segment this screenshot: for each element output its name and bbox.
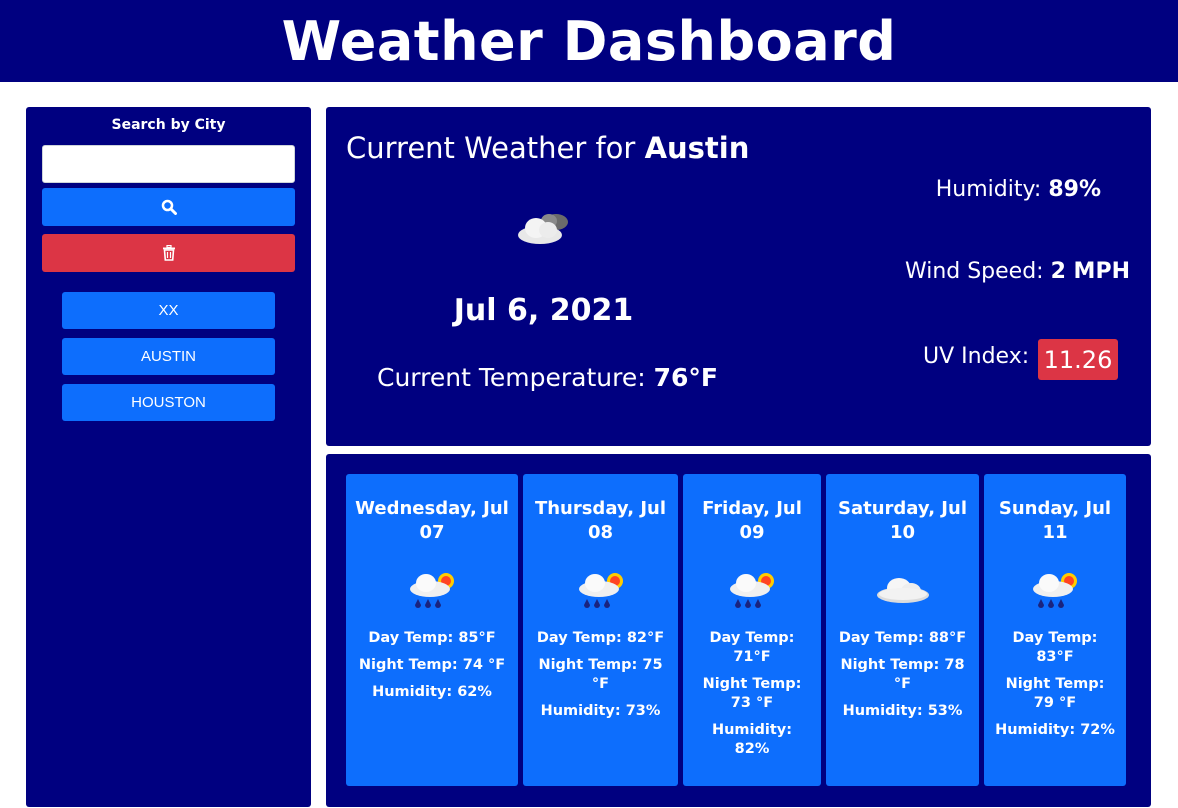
forecast-humidity: Humidity: 82%	[711, 722, 793, 757]
forecast-panel: Wednesday, Jul 07 Day Temp: 85°F Night T…	[326, 454, 1151, 807]
current-weather-title: Current Weather for Austin	[346, 131, 750, 165]
uv-index-label: UV Index:	[923, 344, 1030, 369]
search-sidebar: Search by City XX AUSTIN HOUSTON	[26, 107, 311, 807]
rain-sun-icon	[984, 567, 1126, 613]
current-weather-panel: Current Weather for Austin Jul 6, 2021 C…	[326, 107, 1151, 446]
forecast-humidity: Humidity: 62%	[372, 684, 492, 700]
forecast-day-temp: Day Temp: 83°F	[1012, 630, 1098, 665]
forecast-date: Thursday, Jul 08	[534, 498, 667, 543]
forecast-card: Friday, Jul 09 Day Temp: 71°F Night Temp…	[683, 474, 821, 786]
forecast-day-temp: Day Temp: 82°F	[536, 630, 665, 646]
forecast-night-temp: Night Temp: 78 °F	[840, 657, 965, 692]
clear-history-button[interactable]	[42, 234, 295, 272]
current-wind-speed: Wind Speed: 2 MPH	[904, 259, 1130, 284]
forecast-date: Sunday, Jul 11	[998, 498, 1112, 543]
search-button[interactable]	[42, 188, 295, 226]
rain-sun-icon	[346, 567, 518, 613]
forecast-card: Wednesday, Jul 07 Day Temp: 85°F Night T…	[346, 474, 518, 786]
forecast-card: Saturday, Jul 10 Day Temp: 88°F Night Te…	[826, 474, 979, 786]
forecast-night-temp: Night Temp: 74 °F	[358, 657, 506, 673]
current-temperature: Current Temperature: 76°F	[377, 363, 718, 392]
forecast-humidity: Humidity: 53%	[842, 703, 963, 719]
search-label: Search by City	[111, 117, 226, 133]
forecast-date: Friday, Jul 09	[702, 498, 802, 543]
forecast-night-temp: Night Temp: 75 °F	[538, 657, 663, 692]
forecast-humidity: Humidity: 72%	[995, 722, 1115, 738]
forecast-date: Saturday, Jul 10	[837, 498, 967, 543]
current-humidity: Humidity: 89%	[935, 177, 1101, 202]
forecast-night-temp: Night Temp: 73 °F	[702, 676, 802, 711]
forecast-night-temp: Night Temp: 79 °F	[1005, 676, 1105, 711]
forecast-day-temp: Day Temp: 88°F	[838, 630, 967, 646]
forecast-card: Thursday, Jul 08 Day Temp: 82°F Night Te…	[523, 474, 678, 786]
city-search-input[interactable]	[42, 145, 295, 183]
search-icon	[161, 199, 177, 215]
rain-sun-icon	[683, 567, 821, 613]
forecast-day-temp: Day Temp: 85°F	[368, 630, 496, 646]
forecast-humidity: Humidity: 73%	[540, 703, 661, 719]
history-city-button[interactable]: HOUSTON	[62, 384, 275, 421]
app-header: Weather Dashboard	[0, 0, 1178, 82]
rain-sun-icon	[523, 567, 678, 613]
uv-index-badge: 11.26	[1038, 339, 1118, 380]
cloud-icon	[826, 567, 979, 613]
current-date: Jul 6, 2021	[453, 293, 634, 328]
trash-icon	[162, 245, 175, 261]
partly-cloudy-icon	[514, 207, 578, 255]
page-title: Weather Dashboard	[281, 9, 897, 73]
current-city: Austin	[644, 131, 750, 165]
history-city-button[interactable]: XX	[62, 292, 275, 329]
history-city-button[interactable]: AUSTIN	[62, 338, 275, 375]
forecast-card: Sunday, Jul 11 Day Temp: 83°F Night Temp…	[984, 474, 1126, 786]
forecast-date: Wednesday, Jul 07	[355, 498, 509, 543]
forecast-day-temp: Day Temp: 71°F	[709, 630, 795, 665]
